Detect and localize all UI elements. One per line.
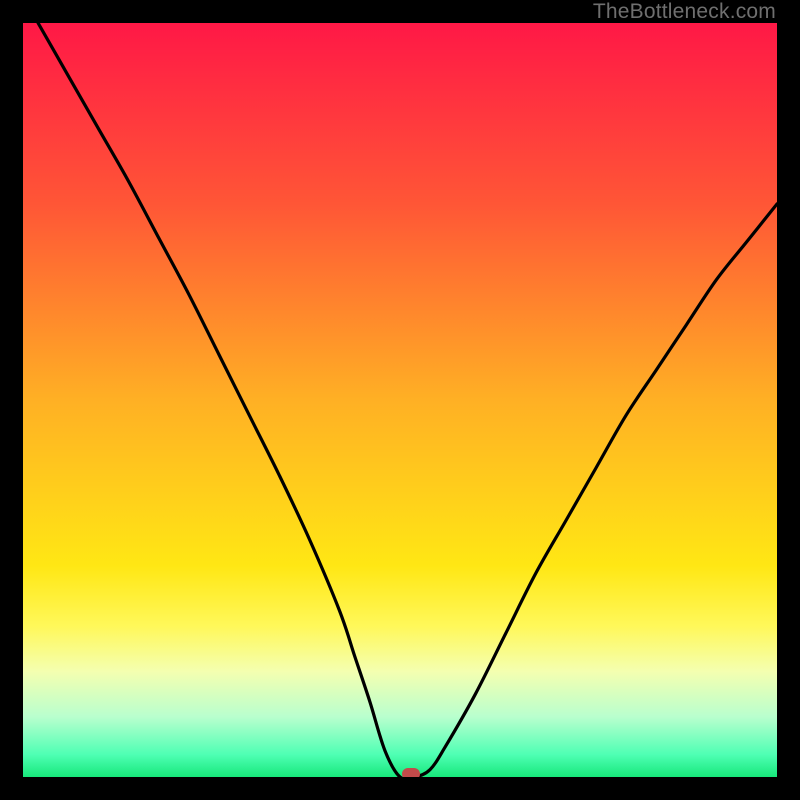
watermark-text: TheBottleneck.com — [593, 0, 776, 24]
optimal-point-marker — [402, 768, 420, 777]
chart-frame: TheBottleneck.com — [0, 0, 800, 800]
chart-plot-area — [23, 23, 777, 777]
chart-svg — [23, 23, 777, 777]
chart-background-gradient — [23, 23, 777, 777]
